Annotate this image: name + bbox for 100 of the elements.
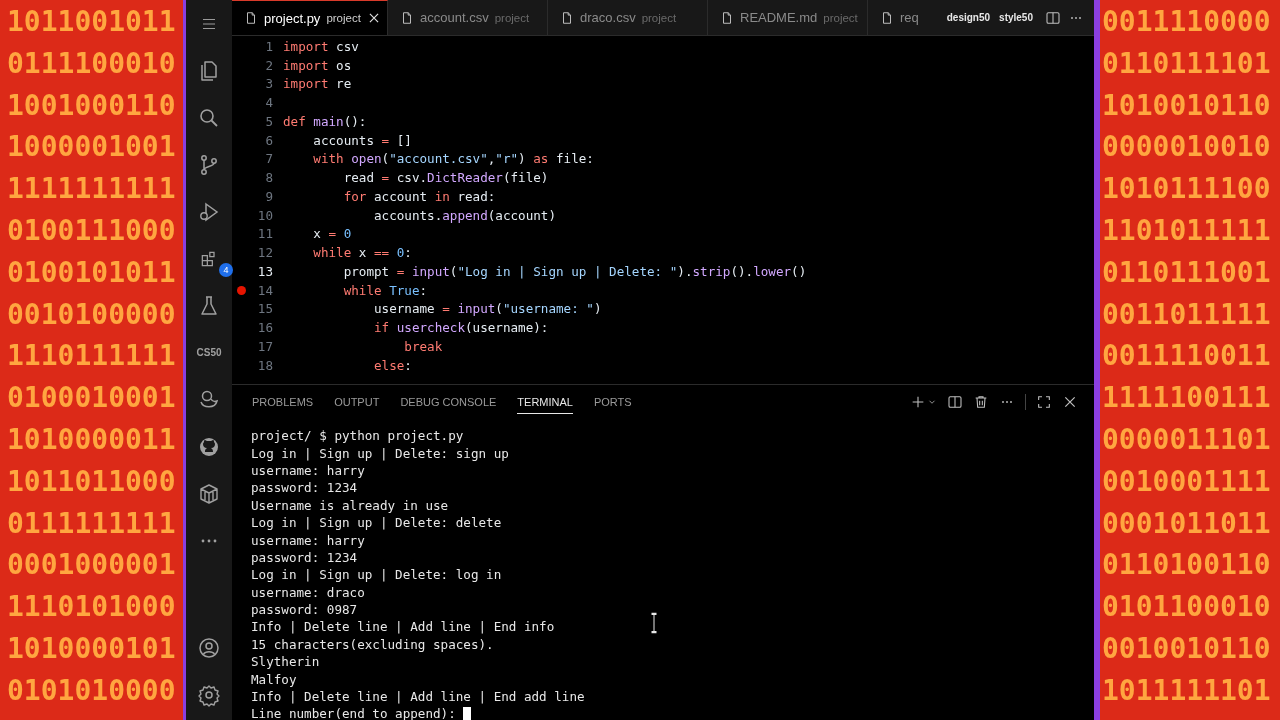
close-icon[interactable] xyxy=(1062,394,1078,410)
background-digits: 1101011111 xyxy=(1102,213,1271,249)
tab-label: account.csv xyxy=(420,10,489,25)
tab-label: project.py xyxy=(264,10,321,26)
line-number: 8 xyxy=(264,170,273,186)
tab-label: README.md xyxy=(740,10,818,25)
toolbar-button[interactable]: design50 xyxy=(945,12,992,23)
background-digits: 0001011011 xyxy=(1102,505,1271,542)
terminal-line: username: harry xyxy=(251,462,365,478)
background-digits: 0100101011 xyxy=(7,254,176,291)
line-number: 17 xyxy=(256,338,273,354)
file-icon xyxy=(560,10,574,25)
code-line: with open("account.csv","r") as file: xyxy=(312,151,594,167)
terminal-line: username: harry xyxy=(251,532,365,548)
background-digits: 0101100010 xyxy=(1102,589,1271,626)
panel-tab[interactable]: PROBLEMS xyxy=(252,390,314,414)
code-line: while True: xyxy=(342,282,428,298)
line-number: 5 xyxy=(264,113,273,129)
panel-tab[interactable]: PORTS xyxy=(593,390,632,414)
count-badge: 4 xyxy=(219,263,233,277)
background-digits: 0011110011 xyxy=(1102,338,1271,375)
code-line: import csv xyxy=(283,38,359,54)
line-number: 4 xyxy=(264,95,273,111)
background-digits: 0010010110 xyxy=(1102,630,1271,667)
terminal-line: username: draco xyxy=(251,584,365,600)
editor-tab[interactable]: draco.csv project xyxy=(548,0,708,35)
terminal-line: Log in | Sign up | Delete: delete xyxy=(251,515,502,531)
background-digits: 0011011111 xyxy=(1102,296,1271,333)
background-digits: 0110100110 xyxy=(1102,547,1271,584)
line-number: 3 xyxy=(264,76,273,92)
i-beam-pointer-icon xyxy=(649,612,659,634)
cs50-label[interactable]: CS50 xyxy=(196,347,222,358)
tab-description: project xyxy=(823,11,858,24)
editor-tab[interactable]: account.csv project xyxy=(388,0,548,35)
background-digits: 1011111101 xyxy=(1102,672,1271,709)
terminal-line: Info | Delete line | Add line | End add line xyxy=(251,689,585,705)
line-number: 16 xyxy=(256,320,273,336)
code-line: break xyxy=(403,338,443,354)
background-digits: 0110111101 xyxy=(1102,45,1271,82)
code-line: prompt = input("Log in | Sign up | Delete: ").strip().lower() xyxy=(342,263,807,279)
background-digits: 1111111111 xyxy=(7,171,176,208)
background-digits: 0100111000 xyxy=(7,213,176,249)
line-number: 10 xyxy=(256,207,273,223)
line-number: 12 xyxy=(256,245,273,261)
panel-tab[interactable]: TERMINAL xyxy=(517,390,573,414)
editor-tab[interactable]: README.md project xyxy=(708,0,868,35)
background-digits: 0010100000 xyxy=(7,296,176,333)
terminal-line: Log in | Sign up | Delete: sign up xyxy=(251,445,509,461)
background-digits: 1110111111 xyxy=(7,338,176,375)
code-line: accounts = [] xyxy=(312,132,412,148)
code-line: else: xyxy=(373,357,412,373)
background-digits: 1011011000 xyxy=(7,463,176,500)
background-digits: 1010000101 xyxy=(7,630,176,667)
background-digits: 1001000110 xyxy=(7,87,176,124)
tab-label: req xyxy=(900,10,919,25)
cube-icon[interactable] xyxy=(197,481,221,506)
terminal-line: Info | Delete line | Add line | End info xyxy=(251,619,555,635)
background-digits: 0011110000 xyxy=(1102,4,1271,40)
panel-tab[interactable]: DEBUG CONSOLE xyxy=(400,390,497,414)
line-number: 18 xyxy=(256,357,273,373)
file-icon xyxy=(244,11,258,25)
terminal-line: password: 0987 xyxy=(251,602,358,618)
background-digits: 1000001001 xyxy=(7,129,176,166)
code-line: username = input("username: ") xyxy=(373,301,602,317)
terminal-line: Slytherin xyxy=(251,654,320,670)
file-icon xyxy=(720,10,734,25)
breakpoint-dot[interactable] xyxy=(236,285,246,295)
background-digits: 0100010001 xyxy=(7,380,176,417)
code-line: while x == 0: xyxy=(312,245,412,261)
terminal-line: password: 1234 xyxy=(251,549,358,565)
editor-tab[interactable]: req xyxy=(868,0,925,35)
code-line: x = 0 xyxy=(312,226,352,242)
background-digits: 0111111111 xyxy=(7,505,176,542)
split-editor-icon[interactable] xyxy=(1045,9,1061,26)
toolbar-button[interactable]: style50 xyxy=(998,12,1034,23)
background-digits: 0101010000 xyxy=(7,672,176,709)
panel-tab[interactable]: OUTPUT xyxy=(334,390,380,414)
trash-icon[interactable] xyxy=(973,394,989,410)
terminal-line: Log in | Sign up | Delete: log in xyxy=(251,567,502,583)
tab-description: project xyxy=(494,11,530,24)
split-terminal-icon[interactable] xyxy=(947,394,963,410)
account-icon[interactable] xyxy=(197,635,221,660)
code-line: accounts.append(account) xyxy=(373,207,556,223)
line-number: 13 xyxy=(256,263,273,279)
editor-tab[interactable]: project.py project xyxy=(232,0,388,35)
code-line: if usercheck(username): xyxy=(373,320,549,336)
background-digits: 1010010110 xyxy=(1102,87,1271,124)
line-number: 2 xyxy=(264,57,273,73)
terminal-line: Malfoy xyxy=(251,671,297,687)
code-line: def main(): xyxy=(283,113,367,129)
tab-description: project xyxy=(326,12,361,24)
terminal-line: Username is already in use xyxy=(251,497,449,513)
maximize-icon[interactable] xyxy=(1036,394,1052,410)
code-line: read = csv.DictReader(file) xyxy=(342,170,549,186)
plus-icon[interactable] xyxy=(910,394,926,410)
terminal-line: 15 characters(excluding spaces). xyxy=(251,636,494,652)
line-number: 6 xyxy=(264,132,273,148)
line-number: 1 xyxy=(264,38,273,54)
terminal-line: project/ $ python project.py xyxy=(251,428,464,444)
background-digits: 0000011101 xyxy=(1102,421,1271,458)
